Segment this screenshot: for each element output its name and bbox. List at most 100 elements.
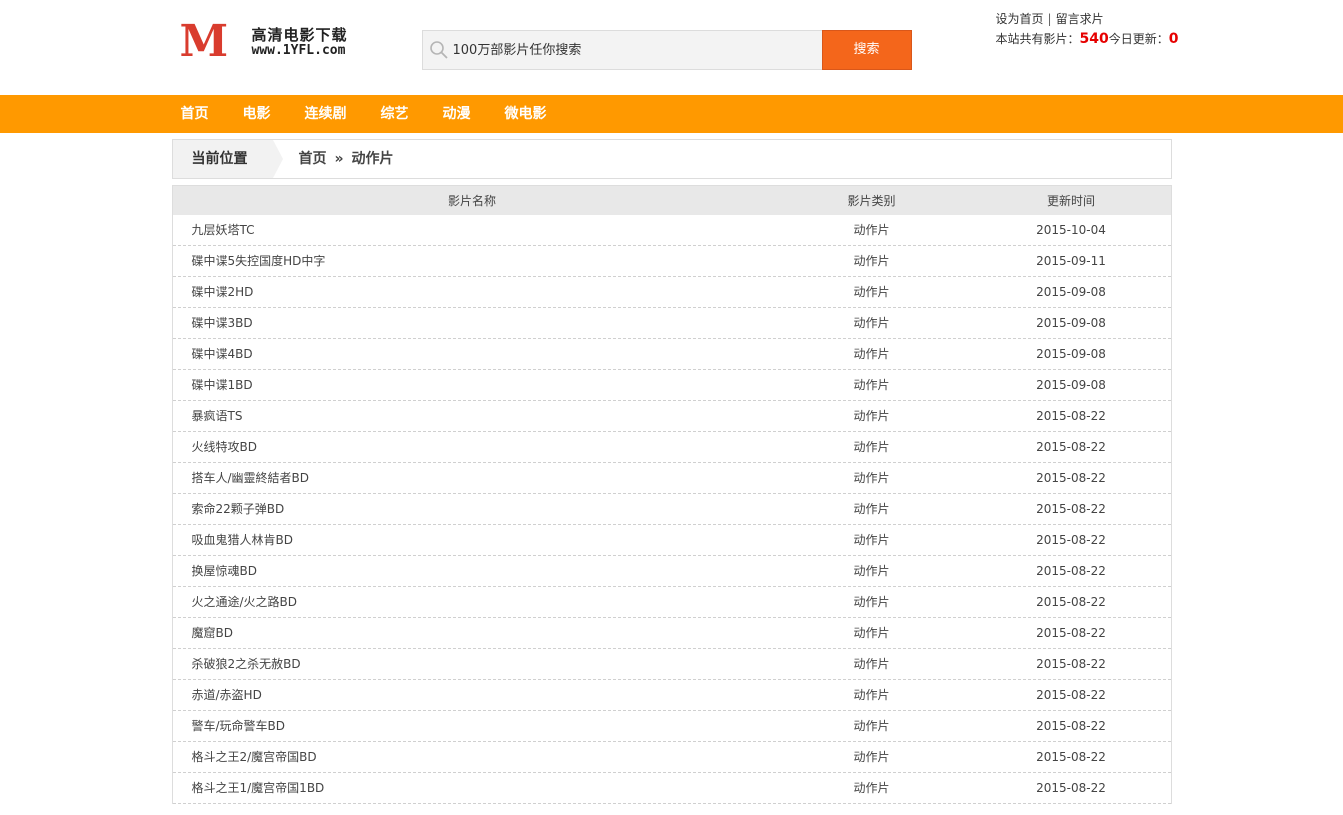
request-movie-link[interactable]: 留言求片 [1056,12,1104,26]
movie-title-link[interactable]: 暴疯语TS [173,401,772,431]
movie-title-link[interactable]: 格斗之王1/魔宫帝国1BD [173,773,772,803]
movie-date: 2015-09-08 [1036,285,1106,299]
table-row: 格斗之王2/魔宫帝国BD 动作片 2015-08-22 [172,742,1171,773]
movie-type: 动作片 [853,316,890,330]
movie-date: 2015-08-22 [1036,595,1106,609]
search-bar: 搜索 [421,30,912,70]
nav-item-home[interactable]: 首页 [181,95,209,133]
table-row: 碟中谍1BD 动作片 2015-09-08 [172,370,1171,401]
total-count: 540 [1079,31,1109,47]
movie-type: 动作片 [853,409,890,423]
table-row: 暴疯语TS 动作片 2015-08-22 [172,401,1171,432]
movie-title-link[interactable]: 搭车人/幽靈終結者BD [173,463,772,493]
table-row: 索命22颗子弹BD 动作片 2015-08-22 [172,494,1171,525]
movie-type: 动作片 [853,254,890,268]
today-count: 0 [1168,31,1179,47]
movie-type: 动作片 [853,595,890,609]
movie-table: 影片名称 影片类别 更新时间 九层妖塔TC 动作片 2015-10-04 碟中谍5失控… [171,185,1172,804]
movie-type: 动作片 [853,223,890,237]
site-logo[interactable]: M 高清电影下载 www.1YFL.com [179,16,372,67]
search-input[interactable] [452,31,813,69]
movie-date: 2015-08-22 [1036,564,1106,578]
main-nav: 首页 电影 连续剧 综艺 动漫 微电影 [0,95,1343,133]
movie-type: 动作片 [853,347,890,361]
movie-date: 2015-08-22 [1036,719,1106,733]
movie-title-link[interactable]: 魔窟BD [173,618,772,648]
breadcrumb-home-link[interactable]: 首页 [299,151,327,167]
movie-title-link[interactable]: 赤道/赤盗HD [173,680,772,710]
logo-url: www.1YFL.com [251,43,346,58]
movie-date: 2015-08-22 [1036,657,1106,671]
movie-title-link[interactable]: 索命22颗子弹BD [173,494,772,524]
set-home-link[interactable]: 设为首页 [996,12,1044,26]
movie-date: 2015-10-04 [1036,223,1106,237]
breadcrumb-arrow [272,140,283,178]
header-type: 影片类别 [847,194,896,208]
movie-type: 动作片 [853,440,890,454]
movie-title-link[interactable]: 杀破狼2之杀无赦BD [173,649,772,679]
search-button[interactable]: 搜索 [821,30,912,70]
movie-date: 2015-08-22 [1036,502,1106,516]
nav-item-anime[interactable]: 动漫 [443,95,471,133]
site-stats: 本站共有影片：540今日更新：0 [996,30,1179,47]
movie-date: 2015-09-11 [1036,254,1106,268]
movie-date: 2015-08-22 [1036,750,1106,764]
table-row: 搭车人/幽靈終結者BD 动作片 2015-08-22 [172,463,1171,494]
movie-title-link[interactable]: 碟中谍5失控国度HD中字 [173,246,772,276]
table-row: 杀破狼2之杀无赦BD 动作片 2015-08-22 [172,649,1171,680]
breadcrumb-path: 首页 » 动作片 [299,140,394,178]
table-row: 碟中谍2HD 动作片 2015-09-08 [172,277,1171,308]
movie-date: 2015-08-22 [1036,533,1106,547]
table-row: 格斗之王1/魔宫帝国1BD 动作片 2015-08-22 [172,773,1171,804]
movie-type: 动作片 [853,378,890,392]
movie-date: 2015-09-08 [1036,347,1106,361]
movie-title-link[interactable]: 碟中谍4BD [173,339,772,369]
table-header: 影片名称 影片类别 更新时间 [172,186,1171,215]
movie-title-link[interactable]: 吸血鬼猎人林肯BD [173,525,772,555]
table-row: 赤道/赤盗HD 动作片 2015-08-22 [172,680,1171,711]
table-row: 火线特攻BD 动作片 2015-08-22 [172,432,1171,463]
movie-type: 动作片 [853,502,890,516]
movie-title-link[interactable]: 警车/玩命警车BD [173,711,772,741]
movie-title-link[interactable]: 碟中谍2HD [173,277,772,307]
table-row: 火之通途/火之路BD 动作片 2015-08-22 [172,587,1171,618]
movie-type: 动作片 [853,688,890,702]
table-row: 碟中谍5失控国度HD中字 动作片 2015-09-11 [172,246,1171,277]
movie-date: 2015-08-22 [1036,781,1106,795]
table-row: 换屋惊魂BD 动作片 2015-08-22 [172,556,1171,587]
movie-date: 2015-08-22 [1036,471,1106,485]
movie-title-link[interactable]: 格斗之王2/魔宫帝国BD [173,742,772,772]
breadcrumb: 当前位置 首页 » 动作片 [171,139,1172,179]
movie-type: 动作片 [853,564,890,578]
movie-title-link[interactable]: 火线特攻BD [173,432,772,462]
nav-item-micro-film[interactable]: 微电影 [505,95,547,133]
movie-title-link[interactable]: 碟中谍3BD [173,308,772,338]
top-links: 设为首页 | 留言求片 [996,10,1104,27]
movie-title-link[interactable]: 九层妖塔TC [173,215,772,245]
movie-date: 2015-09-08 [1036,316,1106,330]
movie-title-link[interactable]: 换屋惊魂BD [173,556,772,586]
breadcrumb-separator: » [334,151,344,167]
nav-item-series[interactable]: 连续剧 [305,95,347,133]
today-label: 今日更新： [1108,32,1169,46]
movie-type: 动作片 [853,626,890,640]
link-separator: | [1047,12,1052,26]
movie-type: 动作片 [853,533,890,547]
movie-type: 动作片 [853,781,890,795]
table-row: 碟中谍4BD 动作片 2015-09-08 [172,339,1171,370]
table-row: 九层妖塔TC 动作片 2015-10-04 [172,215,1171,246]
table-row: 碟中谍3BD 动作片 2015-09-08 [172,308,1171,339]
movie-type: 动作片 [853,719,890,733]
logo-letter: M [179,16,229,67]
nav-item-variety[interactable]: 综艺 [381,95,409,133]
table-row: 警车/玩命警车BD 动作片 2015-08-22 [172,711,1171,742]
movie-type: 动作片 [853,657,890,671]
header-date: 更新时间 [1046,194,1095,208]
movie-date: 2015-08-22 [1036,626,1106,640]
breadcrumb-current: 动作片 [351,151,394,167]
nav-item-movies[interactable]: 电影 [243,95,271,133]
movie-title-link[interactable]: 火之通途/火之路BD [173,587,772,617]
page-header: M 高清电影下载 www.1YFL.com 搜索 设为首页| 留言求片 本站共有影… [172,0,1179,95]
breadcrumb-label: 当前位置 [172,140,273,178]
movie-title-link[interactable]: 碟中谍1BD [173,370,772,400]
